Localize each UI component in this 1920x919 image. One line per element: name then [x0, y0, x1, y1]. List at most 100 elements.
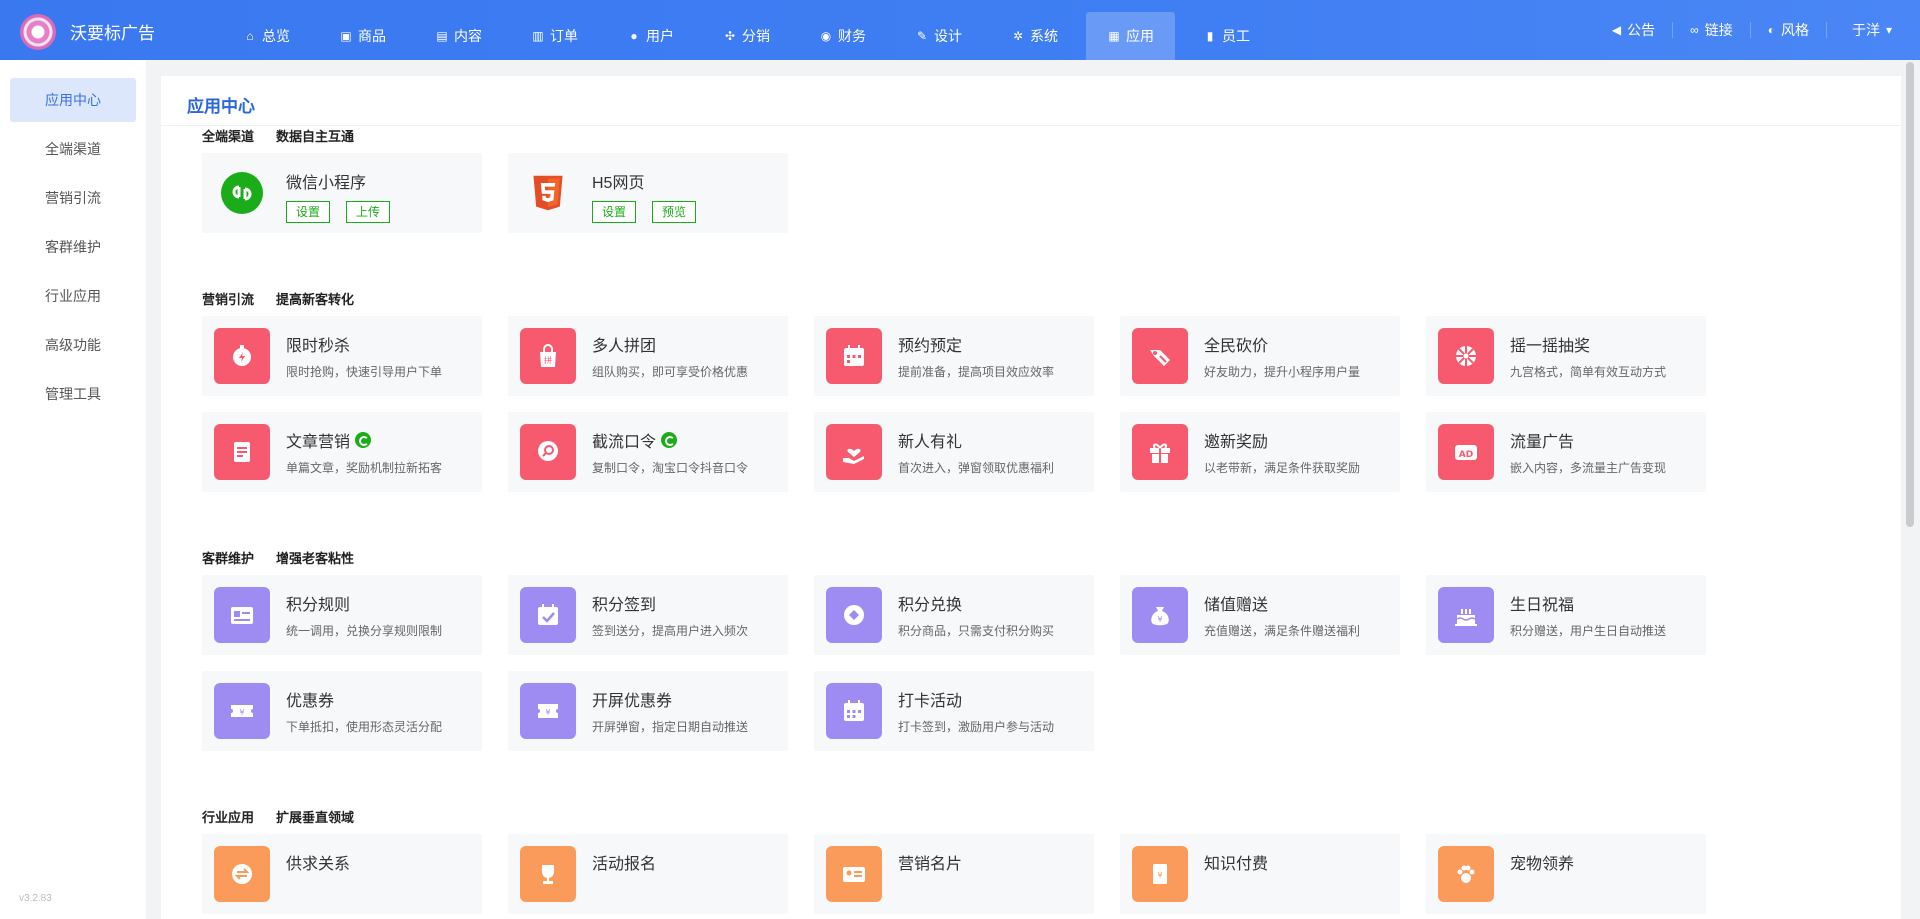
app-card[interactable]: 生日祝福 积分赠送，用户生日自动推送 [1426, 575, 1706, 655]
app-card[interactable]: 预约预定提前准备，提高项目效应效率 [814, 316, 1094, 396]
app-card[interactable]: 打卡活动 打卡签到，激励用户参与活动 [814, 671, 1094, 751]
app-card-title-text: 储值赠送 [1204, 597, 1269, 614]
nav-item-label: 订单 [550, 28, 578, 44]
sidebar-item-0[interactable]: 应用中心 [10, 78, 136, 122]
app-card[interactable]: 活动报名 [508, 834, 788, 914]
calendar-grid-icon [826, 683, 882, 739]
nav-item-9[interactable]: ▦ 应用 [1086, 12, 1175, 60]
app-card[interactable]: ¥ 储值赠送 充值赠送，满足条件赠送福利 [1120, 575, 1400, 655]
hand-heart-icon [826, 424, 882, 480]
section-header: 全端渠道 数据自主互通 [202, 126, 354, 145]
app-card[interactable]: 积分规则 统一调用，兑换分享规则限制 [202, 575, 482, 655]
app-card[interactable]: 文章营销 单篇文章，奖励机制拉新拓客 [202, 412, 482, 492]
share-icon: ✣ [724, 29, 736, 43]
app-card[interactable]: 限时秒杀 限时抢购，快速引导用户下单 [202, 316, 482, 396]
header-action-label: 链接 [1704, 22, 1733, 38]
app-card-title: 营销名片 [898, 850, 962, 874]
app-card-title-text: 营销名片 [898, 856, 963, 873]
sidebar-item-1[interactable]: 全端渠道 [10, 127, 136, 171]
nav-item-label: 设计 [934, 28, 962, 44]
mini-program-icon [214, 165, 270, 221]
main-header: 应用中心 [161, 76, 1901, 126]
nav-item-label: 财务 [838, 28, 866, 44]
app-card-title-text: 文章营销 [286, 434, 351, 451]
nav-item-10[interactable]: ▮ 员工 [1182, 12, 1271, 60]
app-card-title: 活动报名 [592, 850, 656, 874]
header-action-0[interactable]: ◀ 公告 [1595, 22, 1674, 38]
app-card-title: 新人有礼 [898, 428, 962, 452]
nav-item-7[interactable]: ✎ 设计 [894, 12, 983, 60]
app-card[interactable]: ¥ 开屏优惠券 开屏弹窗，指定日期自动推送 [508, 671, 788, 751]
sidebar-item-6[interactable]: 管理工具 [10, 372, 136, 416]
nav-item-label: 员工 [1222, 28, 1250, 44]
nav-item-label: 应用 [1126, 28, 1154, 44]
app-card[interactable]: 微信小程序 设置 上传 [202, 153, 482, 233]
header-action-1[interactable]: ∞ 链接 [1673, 22, 1751, 38]
app-card-desc: 提前准备，提高项目效应效率 [898, 365, 1055, 379]
user-menu[interactable]: 于洋 ▾ [1835, 22, 1900, 38]
app-card[interactable]: 营销名片 [814, 834, 1094, 914]
header-action-2[interactable]: ◐ 风格 [1751, 22, 1827, 38]
nav-item-0[interactable]: ⌂ 总览 [222, 12, 311, 60]
app-card-title: 打卡活动 [898, 687, 962, 711]
sidebar-item-5[interactable]: 高级功能 [10, 323, 136, 367]
scrollbar-thumb[interactable] [1906, 62, 1914, 527]
section-subtitle: 数据自主互通 [276, 129, 355, 144]
nav-item-2[interactable]: ▤ 内容 [414, 12, 503, 60]
app-card-desc: 首次进入，弹窗领取优惠福利 [898, 461, 1055, 475]
app-card[interactable]: 积分兑换积分商品，只需支付积分购买 [814, 575, 1094, 655]
app-card[interactable]: H5网页 设置 预览 [508, 153, 788, 233]
app-card-title: 多人拼团 [592, 332, 656, 356]
app-card-title-text: 开屏优惠券 [592, 693, 673, 710]
nav-item-6[interactable]: ◉ 财务 [798, 12, 887, 60]
app-card-title: 宠物领养 [1510, 850, 1574, 874]
app-card-title-text: 积分签到 [592, 597, 657, 614]
brand-name[interactable]: 沃要标广告 [70, 19, 155, 44]
mini-program-badge-icon [355, 432, 372, 448]
app-card[interactable]: AD 流量广告 嵌入内容，多流量主广告变现 [1426, 412, 1706, 492]
app-card[interactable]: 截流口令 复制口令，淘宝口令抖音口令 [508, 412, 788, 492]
app-card[interactable]: 摇一摇抽奖 九宫格式，简单有效互动方式 [1426, 316, 1706, 396]
section-subtitle: 增强老客粘性 [276, 551, 355, 566]
version-label: v3.2.83 [19, 893, 52, 904]
app-card[interactable]: 邀新奖励 以老带新，满足条件获取奖励 [1120, 412, 1400, 492]
diamond-icon [826, 587, 882, 643]
app-card-desc: 以老带新，满足条件获取奖励 [1204, 461, 1361, 475]
app-card[interactable]: 拼 多人拼团 组队购买，即可享受价格优惠 [508, 316, 788, 396]
app-card[interactable]: 宠物领养 [1426, 834, 1706, 914]
sidebar-item-4[interactable]: 行业应用 [10, 274, 136, 318]
nav-item-5[interactable]: ✣ 分销 [702, 12, 791, 60]
sidebar-item-2[interactable]: 营销引流 [10, 176, 136, 220]
app-card-title: 供求关系 [286, 850, 350, 874]
app-card[interactable]: 全民砍价 好友助力，提升小程序用户量 [1120, 316, 1400, 396]
brand-logo[interactable] [20, 14, 56, 50]
app-card-button[interactable]: 设置 [592, 201, 637, 223]
app-card-title-text: 积分兑换 [898, 597, 963, 614]
section-title: 全端渠道 [202, 129, 255, 144]
app-card[interactable]: 新人有礼首次进入，弹窗领取优惠福利 [814, 412, 1094, 492]
stopwatch-icon [214, 328, 270, 384]
nav-item-4[interactable]: ● 用户 [606, 12, 695, 60]
app-card-button[interactable]: 设置 [286, 201, 331, 223]
app-card-button[interactable]: 上传 [346, 201, 391, 223]
nav-item-8[interactable]: ✲ 系统 [990, 12, 1079, 60]
section-title: 行业应用 [202, 810, 255, 825]
ticket-icon: ¥ [520, 683, 576, 739]
app-card[interactable]: 积分签到 签到送分，提高用户进入频次 [508, 575, 788, 655]
app-card[interactable]: ¥ 知识付费 [1120, 834, 1400, 914]
lock-icon: ▮ [1206, 29, 1214, 43]
section-subtitle: 扩展垂直领域 [276, 810, 355, 825]
app-card-title-text: 截流口令 [592, 434, 657, 451]
svg-text:¥: ¥ [1157, 871, 1162, 880]
app-card-title: 储值赠送 [1204, 591, 1268, 615]
nav-item-3[interactable]: ▥ 订单 [510, 12, 599, 60]
app-card-button[interactable]: 预览 [652, 201, 697, 223]
app-card-desc: 好友助力，提升小程序用户量 [1204, 365, 1361, 379]
app-card[interactable]: ¥ 优惠券 下单抵扣，使用形态灵活分配 [202, 671, 482, 751]
app-card[interactable]: 供求关系 [202, 834, 482, 914]
app-card-desc: 积分商品，只需支付积分购买 [898, 624, 1055, 638]
app-card-title-text: 摇一摇抽奖 [1510, 338, 1591, 355]
sidebar-item-3[interactable]: 客群维护 [10, 225, 136, 269]
nav-item-1[interactable]: ▣ 商品 [318, 12, 407, 60]
app-card-title-text: 预约预定 [898, 338, 963, 355]
